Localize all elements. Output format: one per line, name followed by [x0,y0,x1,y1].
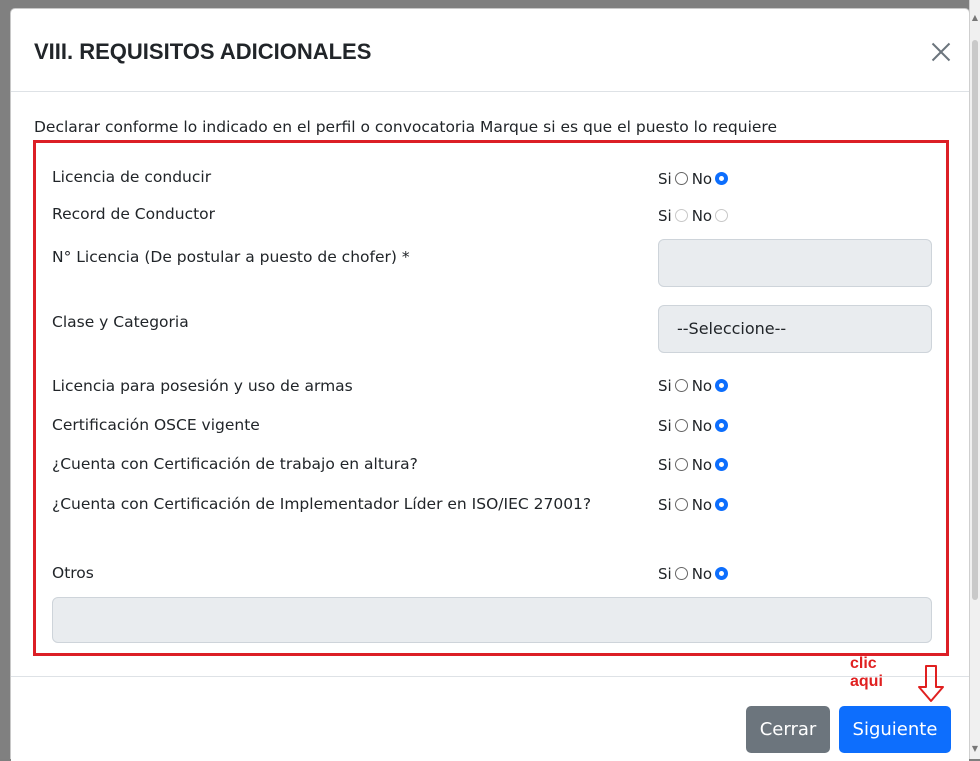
yes-label: Si [658,376,672,395]
scroll-up-icon[interactable]: ▲ [971,14,979,22]
height-work-yes-radio[interactable] [674,458,688,471]
class-category-select[interactable]: --Seleccione-- [658,305,932,353]
license-number-label: N° Licencia (De postular a puesto de cho… [52,248,410,266]
no-label: No [691,206,713,225]
osce-certification-yes-radio[interactable] [674,419,688,432]
no-label: No [691,376,713,395]
driver-record-yes-radio[interactable] [674,209,688,222]
no-label: No [691,564,713,583]
iso-implementer-label: ¿Cuenta con Certificación de Implementad… [52,495,592,513]
height-work-no-radio[interactable] [715,458,729,471]
driver-record-label: Record de Conductor [52,205,216,223]
no-label: No [691,455,713,474]
scroll-thumb[interactable] [972,40,978,600]
modal-footer: Cerrar Siguiente [11,676,969,761]
osce-certification-label: Certificación OSCE vigente [52,416,260,434]
driver-license-label: Licencia de conducir [52,168,212,186]
weapons-license-yes-radio[interactable] [674,379,688,392]
modal-title: VIII. REQUISITOS ADICIONALES [34,39,372,64]
down-arrow-icon [918,665,944,702]
yes-label: Si [658,495,672,514]
class-category-label: Clase y Categoria [52,313,189,331]
scroll-down-icon[interactable]: ▼ [971,745,979,753]
no-label: No [691,495,713,514]
annotation-line-2: aqui [850,673,883,690]
others-radio-group: Si No [658,562,732,585]
no-label: No [691,169,713,188]
iso-implementer-no-radio[interactable] [715,498,729,511]
iso-implementer-yes-radio[interactable] [674,498,688,511]
license-number-field[interactable] [658,239,932,287]
close-icon[interactable] [929,40,953,64]
others-label: Otros [52,564,94,582]
modal-header: VIII. REQUISITOS ADICIONALES [11,9,969,92]
osce-certification-radio-group: Si No [658,414,732,437]
driver-license-no-radio[interactable] [715,172,729,185]
height-work-label: ¿Cuenta con Certificación de trabajo en … [52,455,418,473]
weapons-license-radio-group: Si No [658,374,732,397]
page-backdrop-left [0,0,10,759]
driver-license-radio-group: Si No [658,167,732,190]
yes-label: Si [658,455,672,474]
iso-implementer-radio-group: Si No [658,493,732,516]
annotation-line-1: clic [850,655,877,672]
no-label: No [691,416,713,435]
others-textarea[interactable] [52,597,932,643]
yes-label: Si [658,169,672,188]
yes-label: Si [658,564,672,583]
driver-record-no-radio[interactable] [715,209,729,222]
annotation-note: clic aqui [850,655,883,691]
weapons-license-label: Licencia para posesión y uso de armas [52,377,353,395]
next-button[interactable]: Siguiente [839,706,951,753]
height-work-radio-group: Si No [658,453,732,476]
osce-certification-no-radio[interactable] [715,419,729,432]
modal-dialog: VIII. REQUISITOS ADICIONALES Declarar co… [10,8,970,761]
yes-label: Si [658,206,672,225]
others-yes-radio[interactable] [674,567,688,580]
yes-label: Si [658,416,672,435]
weapons-license-no-radio[interactable] [715,379,729,392]
close-button[interactable]: Cerrar [746,706,830,753]
page-scrollbar[interactable]: ▲ ▼ [969,0,980,759]
driver-record-radio-group: Si No [658,204,732,227]
others-no-radio[interactable] [715,567,729,580]
instructions-text: Declarar conforme lo indicado en el perf… [34,118,778,136]
driver-license-yes-radio[interactable] [674,172,688,185]
